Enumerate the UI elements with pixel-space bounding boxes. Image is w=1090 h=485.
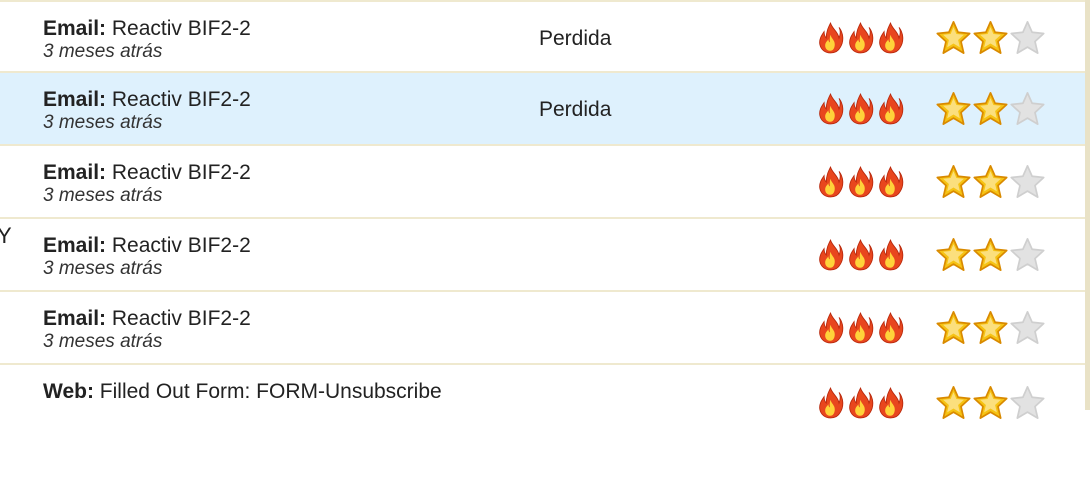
flame-icon	[819, 312, 844, 344]
left-edge-glyph: Y	[0, 223, 12, 248]
flame-icon	[849, 312, 874, 344]
star-filled-icon[interactable]	[972, 385, 1009, 420]
activity-type: Email:	[43, 17, 107, 40]
star-empty-icon[interactable]	[1009, 237, 1046, 272]
flame-icon	[819, 387, 844, 419]
star-rating[interactable]	[935, 237, 1046, 272]
activity-description: Email: Reactiv BIF2-2 3 meses atrás	[43, 160, 251, 207]
star-filled-icon[interactable]	[972, 310, 1009, 345]
flame-icon	[879, 239, 904, 271]
activity-time: 3 meses atrás	[43, 41, 163, 62]
activity-row[interactable]: Y Email: Reactiv BIF2-2 3 meses atrás	[0, 219, 1085, 292]
star-filled-icon[interactable]	[935, 310, 972, 345]
activity-time: 3 meses atrás	[43, 112, 163, 133]
right-panel-border	[1085, 0, 1090, 410]
flame-icon	[849, 166, 874, 198]
flame-icon	[849, 22, 874, 54]
score-flames	[817, 22, 904, 54]
flame-icon	[849, 93, 874, 125]
score-flames	[817, 166, 904, 198]
star-rating[interactable]	[935, 20, 1046, 55]
activity-type: Email:	[43, 88, 107, 111]
flame-icon	[879, 387, 904, 419]
star-empty-icon[interactable]	[1009, 20, 1046, 55]
flame-icon	[819, 239, 844, 271]
star-filled-icon[interactable]	[972, 237, 1009, 272]
activity-time: 3 meses atrás	[43, 258, 163, 279]
activity-row[interactable]: Web: Filled Out Form: FORM-Unsubscribe	[0, 365, 1085, 485]
star-filled-icon[interactable]	[935, 385, 972, 420]
flame-icon	[819, 166, 844, 198]
activity-subject[interactable]: Filled Out Form: FORM-Unsubscribe	[100, 380, 442, 403]
flame-icon	[879, 312, 904, 344]
star-filled-icon[interactable]	[972, 164, 1009, 199]
score-flames	[817, 387, 904, 419]
activity-subject[interactable]: Reactiv BIF2-2	[112, 161, 251, 184]
score-flames	[817, 93, 904, 125]
flame-icon	[879, 22, 904, 54]
star-empty-icon[interactable]	[1009, 164, 1046, 199]
activity-description: Web: Filled Out Form: FORM-Unsubscribe	[43, 379, 442, 404]
status-label: Perdida	[539, 27, 612, 50]
activity-description: Email: Reactiv BIF2-2 3 meses atrás	[43, 87, 251, 134]
flame-icon	[879, 93, 904, 125]
score-flames	[817, 239, 904, 271]
flame-icon	[849, 239, 874, 271]
star-filled-icon[interactable]	[935, 91, 972, 126]
star-filled-icon[interactable]	[935, 237, 972, 272]
activity-row[interactable]: Email: Reactiv BIF2-2 3 meses atrás Perd…	[0, 0, 1085, 73]
activity-subject[interactable]: Reactiv BIF2-2	[112, 88, 251, 111]
activity-subject[interactable]: Reactiv BIF2-2	[112, 234, 251, 257]
star-rating[interactable]	[935, 385, 1046, 420]
flame-icon	[819, 22, 844, 54]
activity-description: Email: Reactiv BIF2-2 3 meses atrás	[43, 16, 251, 63]
activity-type: Email:	[43, 234, 107, 257]
activity-list: Email: Reactiv BIF2-2 3 meses atrás Perd…	[0, 0, 1085, 485]
activity-subject[interactable]: Reactiv BIF2-2	[112, 307, 251, 330]
star-empty-icon[interactable]	[1009, 310, 1046, 345]
activity-subject[interactable]: Reactiv BIF2-2	[112, 17, 251, 40]
activity-time: 3 meses atrás	[43, 331, 163, 352]
star-filled-icon[interactable]	[935, 164, 972, 199]
status-label: Perdida	[539, 98, 612, 121]
star-rating[interactable]	[935, 91, 1046, 126]
star-empty-icon[interactable]	[1009, 91, 1046, 126]
activity-type: Web:	[43, 380, 94, 403]
star-rating[interactable]	[935, 310, 1046, 345]
activity-time: 3 meses atrás	[43, 185, 163, 206]
activity-row[interactable]: Email: Reactiv BIF2-2 3 meses atrás	[0, 292, 1085, 365]
flame-icon	[879, 166, 904, 198]
star-filled-icon[interactable]	[972, 91, 1009, 126]
activity-row[interactable]: Email: Reactiv BIF2-2 3 meses atrás Perd…	[0, 73, 1085, 146]
activity-row[interactable]: Email: Reactiv BIF2-2 3 meses atrás	[0, 146, 1085, 219]
star-filled-icon[interactable]	[972, 20, 1009, 55]
activity-description: Email: Reactiv BIF2-2 3 meses atrás	[43, 306, 251, 353]
activity-description: Email: Reactiv BIF2-2 3 meses atrás	[43, 233, 251, 280]
score-flames	[817, 312, 904, 344]
activity-type: Email:	[43, 307, 107, 330]
star-empty-icon[interactable]	[1009, 385, 1046, 420]
star-filled-icon[interactable]	[935, 20, 972, 55]
flame-icon	[819, 93, 844, 125]
flame-icon	[849, 387, 874, 419]
star-rating[interactable]	[935, 164, 1046, 199]
activity-type: Email:	[43, 161, 107, 184]
